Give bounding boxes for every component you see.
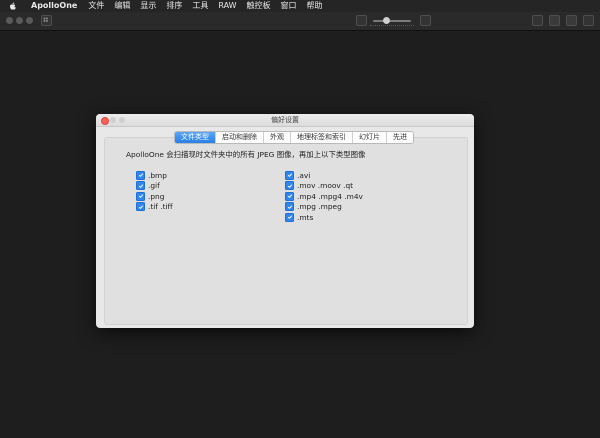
grid-icon [43, 17, 48, 22]
menu-file[interactable]: 文件 [83, 0, 109, 12]
checkbox-bmp[interactable] [136, 170, 145, 180]
zoom-slider-ticks [370, 25, 414, 28]
tab-appearance[interactable]: 外观 [264, 132, 291, 143]
menu-app-name[interactable]: ApolloOne [26, 0, 83, 12]
checkbox-label: .mts [297, 212, 314, 222]
tab-launch-and-delete[interactable]: 启动和删除 [216, 132, 264, 143]
checkmark-icon [287, 173, 292, 178]
checkbox-row-mov[interactable]: .mov .moov .qt [285, 181, 363, 192]
tab-slideshow[interactable]: 幻灯片 [353, 132, 387, 143]
checkbox-mpg[interactable] [285, 202, 294, 212]
checkbox-avi[interactable] [285, 170, 294, 180]
checkbox-row-avi[interactable]: .avi [285, 170, 363, 181]
tab-advanced[interactable]: 先进 [387, 132, 413, 143]
menu-help[interactable]: 帮助 [302, 0, 328, 12]
preferences-tabs: 文件类型 启动和删除 外观 地理标签和索引 幻灯片 先进 [174, 131, 414, 144]
menu-window[interactable]: 窗口 [276, 0, 302, 12]
checkbox-row-gif[interactable]: .gif [136, 181, 173, 192]
grid-view-button[interactable] [41, 15, 52, 26]
checkbox-label: .bmp [148, 170, 167, 180]
checkbox-label: .mpg .mpeg [297, 202, 342, 212]
apple-icon[interactable] [8, 1, 18, 11]
image-types-list: .bmp .gif .png .tif .tiff [136, 170, 173, 212]
menu-edit[interactable]: 编辑 [109, 0, 135, 12]
toolbar-button-fullscreen[interactable] [549, 15, 560, 26]
checkbox-row-mp4[interactable]: .mp4 .mpg4 .m4v [285, 191, 363, 202]
checkbox-row-mts[interactable]: .mts [285, 212, 363, 223]
menu-bar: ApolloOne 文件 编辑 显示 排序 工具 RAW 触控板 窗口 帮助 [0, 0, 600, 12]
checkmark-icon [138, 194, 143, 199]
checkbox-gif[interactable] [136, 181, 145, 191]
checkbox-mov[interactable] [285, 181, 294, 191]
dialog-title: 偏好设置 [271, 116, 299, 124]
checkmark-icon [138, 173, 143, 178]
window-close-button[interactable] [6, 17, 13, 24]
tab-file-types[interactable]: 文件类型 [175, 132, 216, 143]
checkbox-row-tif[interactable]: .tif .tiff [136, 202, 173, 213]
toolbar-button-sidebar[interactable] [583, 15, 594, 26]
menu-tools[interactable]: 工具 [187, 0, 213, 12]
checkbox-row-bmp[interactable]: .bmp [136, 170, 173, 181]
checkbox-tif[interactable] [136, 202, 145, 212]
app-toolbar [0, 12, 600, 31]
zoom-slider-knob[interactable] [383, 17, 390, 24]
checkmark-icon [287, 184, 292, 188]
window-zoom-button[interactable] [26, 17, 33, 24]
toolbar-button-compare[interactable] [532, 15, 543, 26]
tab-panel-file-types [104, 137, 468, 325]
toolbar-button-panel[interactable] [566, 15, 577, 26]
video-types-list: .avi .mov .moov .qt .mp4 .mpg4 .m4v .mpg… [285, 170, 363, 223]
checkbox-label: .mp4 .mpg4 .m4v [297, 191, 363, 201]
checkbox-label: .gif [148, 181, 160, 191]
checkbox-mts[interactable] [285, 212, 294, 222]
checkbox-label: .avi [297, 170, 311, 180]
checkmark-icon [138, 184, 143, 188]
menu-sort[interactable]: 排序 [161, 0, 187, 12]
menu-trackpad[interactable]: 触控板 [242, 0, 276, 12]
tab-geotags-and-index[interactable]: 地理标签和索引 [291, 132, 353, 143]
zoom-slider[interactable] [373, 20, 411, 22]
checkbox-mp4[interactable] [285, 191, 294, 201]
checkmark-icon [287, 205, 292, 209]
checkbox-row-mpg[interactable]: .mpg .mpeg [285, 202, 363, 213]
menu-raw[interactable]: RAW [213, 0, 241, 12]
preferences-dialog: 偏好设置 文件类型 启动和删除 外观 地理标签和索引 幻灯片 先进 Apollo… [96, 114, 474, 328]
toolbar-button-info[interactable] [420, 15, 431, 26]
file-types-description: ApolloOne 会扫描现时文件夹中的所有 JPEG 图像，再加上以下类型图像 [126, 150, 366, 159]
dialog-titlebar: 偏好设置 [96, 114, 474, 127]
window-minimize-button[interactable] [16, 17, 23, 24]
checkbox-label: .tif .tiff [148, 202, 173, 212]
checkmark-icon [287, 194, 292, 199]
checkmark-icon [287, 215, 292, 220]
toolbar-button-fit[interactable] [356, 15, 367, 26]
checkbox-row-png[interactable]: .png [136, 191, 173, 202]
checkbox-label: .png [148, 191, 165, 201]
menu-view[interactable]: 显示 [135, 0, 161, 12]
checkbox-label: .mov .moov .qt [297, 181, 354, 191]
checkbox-png[interactable] [136, 191, 145, 201]
checkmark-icon [138, 205, 143, 209]
